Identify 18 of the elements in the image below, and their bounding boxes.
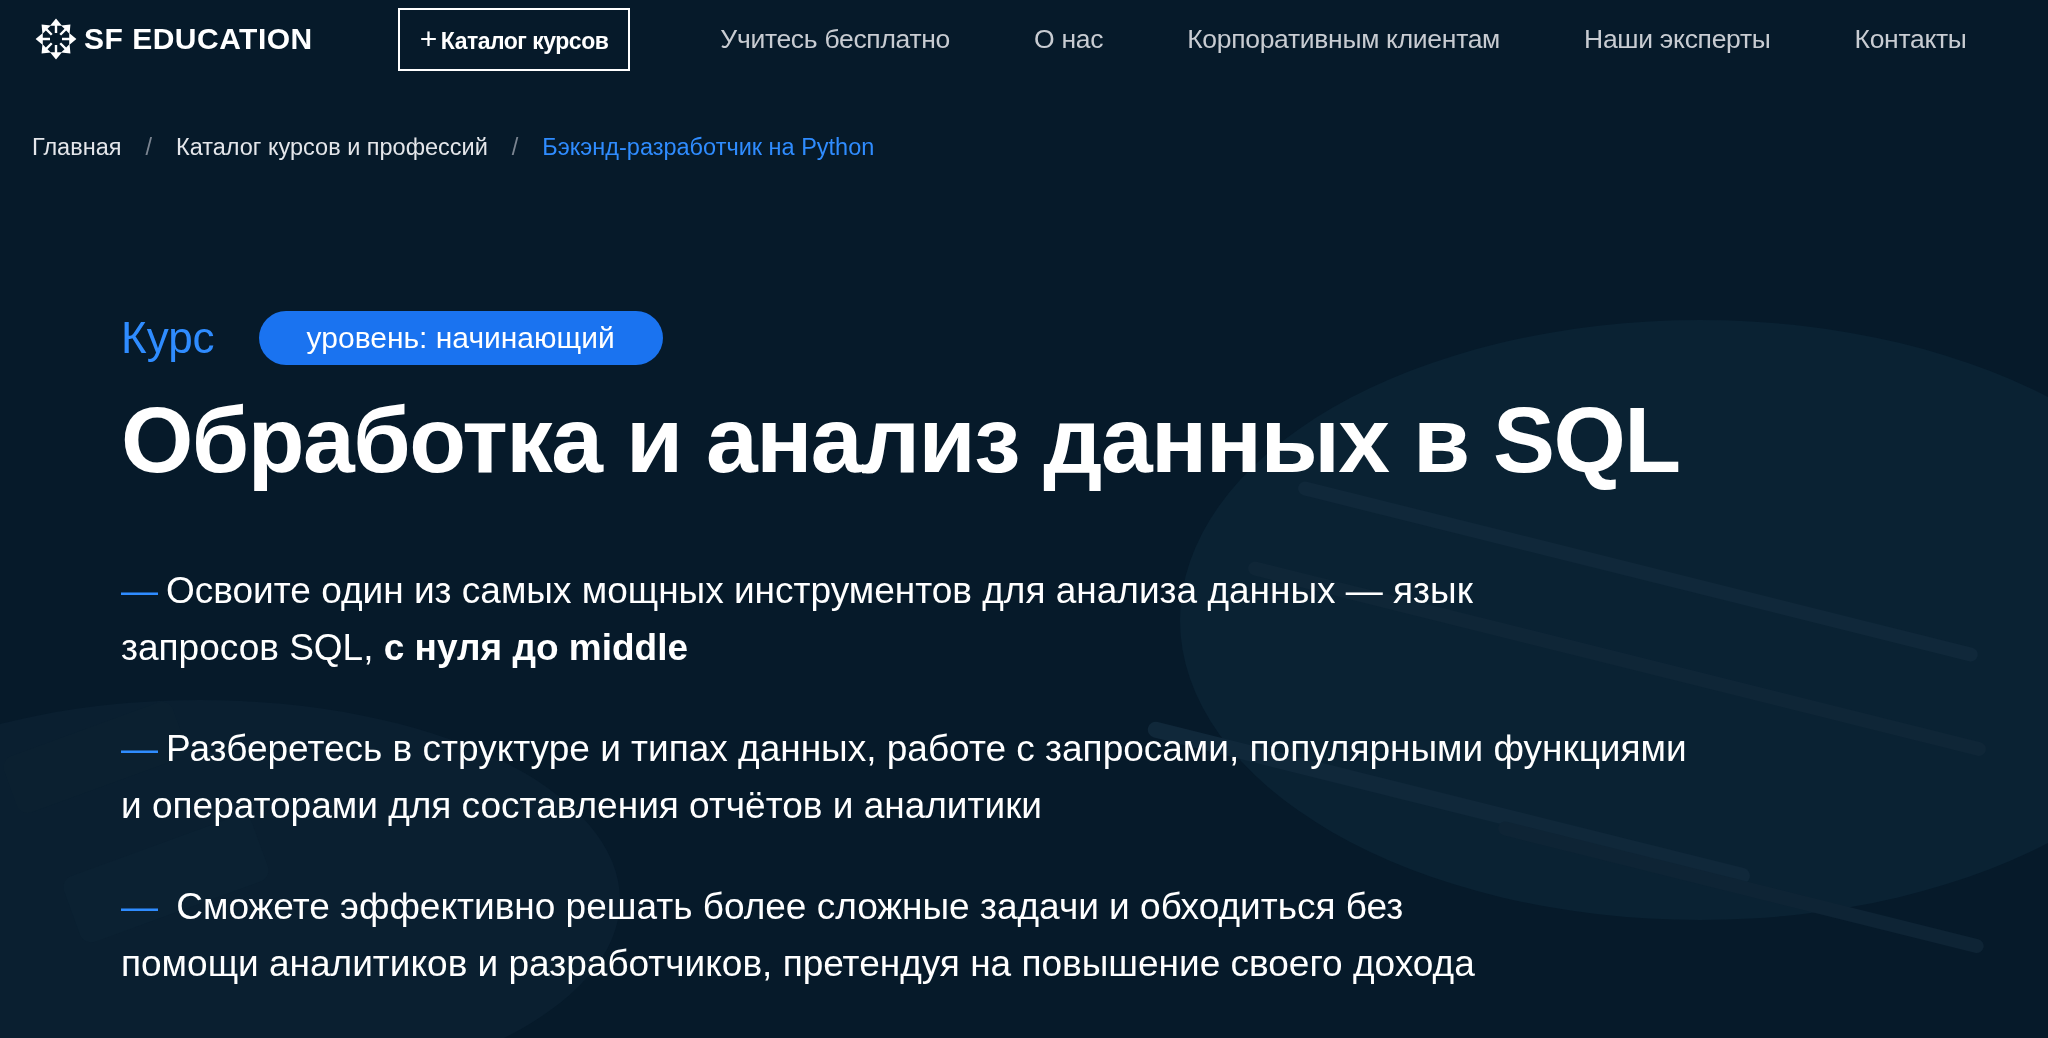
bullet-text: — Освоите один из самых мощных инструментов для анализа данных — язык запросов SQL, с нуля до middle bbox=[121, 569, 1473, 670]
course-title: Обработка и анализ данных в SQL bbox=[121, 387, 1681, 494]
nav-link[interactable]: Учитесь бесплатно bbox=[720, 23, 951, 55]
breadcrumb-separator: / bbox=[511, 134, 519, 161]
bullet-text: — Сможете эффективно решать более сложные задачи и обходиться без помощи аналитиков и разработчиков, претендуя на повышение своего дохода bbox=[121, 885, 1475, 986]
catalog-button[interactable]: +Каталог курсов bbox=[397, 7, 631, 71]
breadcrumb-link[interactable]: Бэкэнд-разработчик на Python bbox=[542, 134, 875, 161]
nav-link[interactable]: Корпоративным клиентам bbox=[1187, 23, 1501, 55]
breadcrumb-link[interactable]: Каталог курсов и профессий bbox=[176, 134, 488, 161]
breadcrumb-separator: / bbox=[145, 134, 152, 161]
level-badge: уровень: начинающий bbox=[258, 311, 663, 365]
logo-text[interactable]: SF EDUCATION bbox=[84, 22, 313, 56]
nav-link[interactable]: Наши эксперты bbox=[1584, 23, 1771, 55]
nav-link[interactable]: Контакты bbox=[1854, 23, 1967, 55]
bullet-text: — Разберетесь в структуре и типах данных, работе с запросами, популярными функциями и операторами для составления отчётов и аналитики bbox=[121, 727, 1687, 828]
course-type-label: Курс bbox=[121, 313, 215, 363]
breadcrumb-link[interactable]: Главная bbox=[32, 134, 122, 161]
nav-link[interactable]: О нас bbox=[1034, 23, 1104, 55]
